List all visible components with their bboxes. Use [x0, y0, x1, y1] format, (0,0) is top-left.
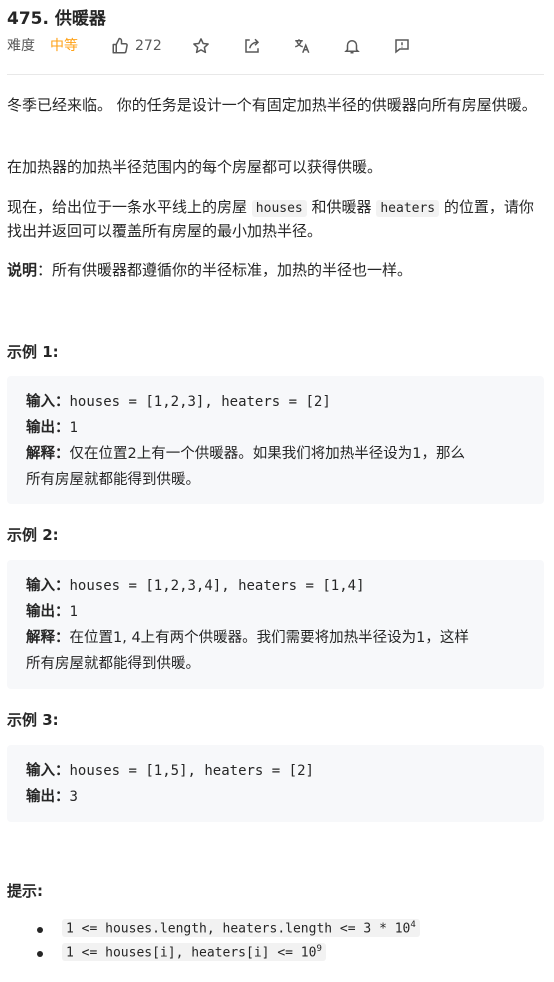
example-title: 示例 3:: [7, 711, 59, 729]
difficulty-label: 难度: [7, 38, 35, 54]
example-box: 输入：houses = [1,2,3], heaters = [2] 输出：1 …: [7, 376, 544, 504]
star-icon[interactable]: [192, 37, 210, 55]
description-paragraph: 冬季已经来临。 你的任务是设计一个有固定加热半径的供暖器向所有房屋供暖。: [7, 96, 537, 114]
example-output-line: 输出：1: [26, 415, 78, 441]
output-value: 1: [69, 420, 78, 436]
description-text: 现在，给出位于一条水平线上的房屋: [7, 198, 248, 216]
share-icon[interactable]: [243, 37, 261, 55]
bell-icon[interactable]: [343, 37, 361, 55]
example-title: 示例 1:: [7, 343, 59, 361]
thumbs-up-icon[interactable]: [111, 37, 129, 55]
example-input-line: 输入：houses = [1,2,3,4], heaters = [1,4]: [26, 573, 365, 599]
explain-text: 在位置1, 4上有两个供暖器。我们需要将加热半径设为1，这样: [69, 630, 469, 646]
description-text: 和供暖器: [311, 198, 372, 216]
output-label: 输出：: [26, 420, 70, 436]
example-box: 输入：houses = [1,2,3,4], heaters = [1,4] 输…: [7, 560, 544, 689]
example-explain-line: 解释：在位置1, 4上有两个供暖器。我们需要将加热半径设为1，这样: [26, 625, 469, 651]
hint-item: 1 <= houses[i], heaters[i] <= 109: [62, 943, 326, 962]
output-value: 1: [69, 604, 78, 620]
description-text: 在加热器的加热半径范围内的每个房屋都可以获得供暖。: [7, 158, 383, 176]
list-bullet: [37, 951, 43, 957]
problem-meta-bar: 难度 中等 272: [7, 36, 544, 56]
hint-exponent: 9: [316, 944, 322, 954]
note-text: ：所有供暖器都遵循你的半径标准，加热的半径也一样。: [37, 261, 413, 279]
output-value: 3: [69, 789, 78, 805]
divider: [7, 74, 544, 75]
example-explain-line: 所有房屋就都能得到供暖。: [26, 651, 200, 677]
explain-label: 解释：: [26, 446, 70, 462]
input-label: 输入：: [26, 394, 70, 410]
input-value: houses = [1,2,3], heaters = [2]: [69, 394, 331, 410]
example-output-line: 输出：1: [26, 599, 78, 625]
output-label: 输出：: [26, 604, 70, 620]
example-input-line: 输入：houses = [1,2,3], heaters = [2]: [26, 389, 331, 415]
inline-code: heaters: [376, 200, 440, 217]
explain-text: 仅在位置2上有一个供暖器。如果我们将加热半径设为1，那么: [69, 446, 465, 462]
explain-text: 所有房屋就都能得到供暖。: [26, 472, 200, 488]
explain-label: 解释：: [26, 630, 70, 646]
hint-text: 1 <= houses[i], heaters[i] <= 10: [66, 945, 317, 961]
translate-icon[interactable]: [293, 37, 311, 55]
hint-text: 1 <= houses.length, heaters.length <= 3 …: [66, 921, 411, 937]
description-paragraph: 在加热器的加热半径范围内的每个房屋都可以获得供暖。: [7, 156, 544, 179]
example-explain-line: 解释：仅在位置2上有一个供暖器。如果我们将加热半径设为1，那么: [26, 441, 465, 467]
input-label: 输入：: [26, 578, 70, 594]
hints-title: 提示:: [7, 882, 43, 900]
hint-item: 1 <= houses.length, heaters.length <= 3 …: [62, 919, 420, 938]
inline-code: houses: [251, 200, 307, 217]
output-label: 输出：: [26, 789, 70, 805]
example-explain-line: 所有房屋就都能得到供暖。: [26, 467, 200, 493]
note-label: 说明: [7, 261, 38, 279]
explain-text: 所有房屋就都能得到供暖。: [26, 656, 200, 672]
description-note: 说明：所有供暖器都遵循你的半径标准，加热的半径也一样。: [7, 259, 544, 282]
input-label: 输入：: [26, 763, 70, 779]
problem-title: 475. 供暖器: [7, 9, 106, 29]
difficulty-badge: 中等: [50, 38, 78, 54]
input-value: houses = [1,2,3,4], heaters = [1,4]: [69, 578, 365, 594]
input-value: houses = [1,5], heaters = [2]: [69, 763, 314, 779]
example-input-line: 输入：houses = [1,5], heaters = [2]: [26, 758, 314, 784]
list-bullet: [37, 927, 43, 933]
description-paragraph: 现在，给出位于一条水平线上的房屋 houses 和供暖器 heaters 的位置…: [7, 196, 544, 243]
feedback-icon[interactable]: [393, 37, 411, 55]
example-box: 输入：houses = [1,5], heaters = [2] 输出：3: [7, 745, 544, 822]
like-count: 272: [135, 38, 162, 54]
example-output-line: 输出：3: [26, 784, 78, 810]
example-title: 示例 2:: [7, 526, 59, 544]
hint-exponent: 4: [410, 920, 416, 930]
